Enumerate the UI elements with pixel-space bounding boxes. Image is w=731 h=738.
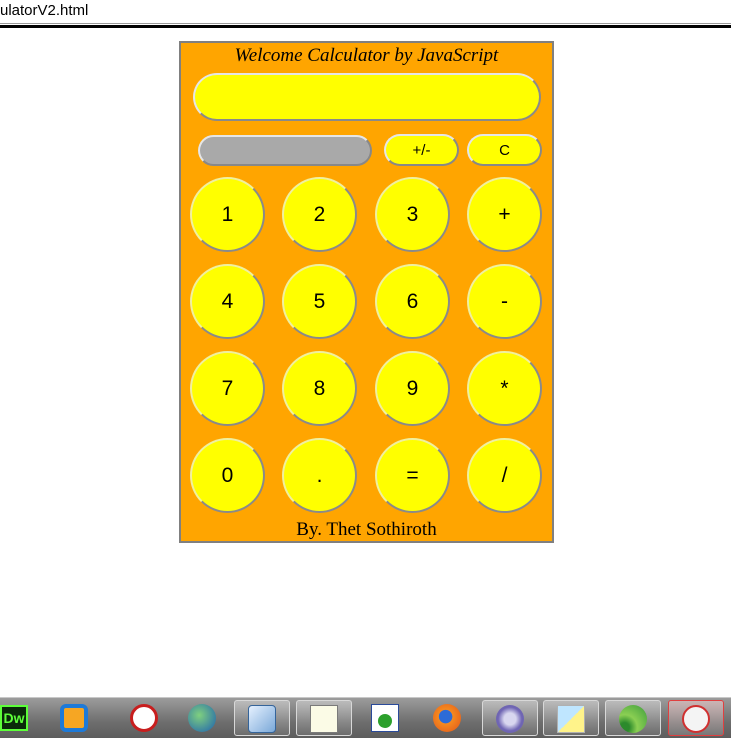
- decimal-point-button[interactable]: .: [282, 438, 357, 513]
- calculator-panel: Welcome Calculator by JavaScript +/- C 1…: [179, 41, 554, 543]
- taskbar: Dw: [0, 697, 731, 738]
- taskbar-item-bittorrent[interactable]: [482, 700, 538, 736]
- author-credit: By. Thet Sothiroth: [296, 519, 437, 540]
- globe-rocket-icon: [188, 704, 216, 732]
- calculator-display[interactable]: [193, 73, 541, 121]
- taskbar-item-virtualbox[interactable]: [234, 700, 290, 736]
- key-7-button[interactable]: 7: [190, 351, 265, 426]
- taskbar-item-notepad[interactable]: [296, 700, 352, 736]
- virtualbox-cube-icon: [248, 705, 276, 733]
- taskbar-item-alarm-clock[interactable]: [117, 700, 173, 736]
- key-9-button[interactable]: 9: [375, 351, 450, 426]
- clear-button[interactable]: C: [467, 134, 542, 166]
- key-1-button[interactable]: 1: [190, 177, 265, 252]
- divide-button[interactable]: /: [467, 438, 542, 513]
- browser-title-bar: ulatorV2.html: [0, 0, 731, 28]
- taskbar-item-sticky-notes[interactable]: [543, 700, 599, 736]
- notepad-plus-plus-icon: [310, 705, 338, 733]
- key-5-button[interactable]: 5: [282, 264, 357, 339]
- key-4-button[interactable]: 4: [190, 264, 265, 339]
- alarm-clock-icon: [130, 704, 158, 732]
- add-button[interactable]: +: [467, 177, 542, 252]
- memory-field[interactable]: [198, 135, 372, 166]
- title-divider-thick: [0, 25, 731, 28]
- equals-button[interactable]: =: [375, 438, 450, 513]
- taskbar-item-feed-reader[interactable]: [605, 700, 661, 736]
- subtract-button[interactable]: -: [467, 264, 542, 339]
- title-divider-thin: [0, 23, 731, 24]
- key-8-button[interactable]: 8: [282, 351, 357, 426]
- toggle-sign-button[interactable]: +/-: [384, 134, 459, 166]
- taskbar-item-vmware[interactable]: [47, 700, 103, 736]
- sticky-notes-icon: [557, 705, 585, 733]
- firefox-icon: [433, 704, 461, 732]
- feed-reader-icon: [619, 705, 647, 733]
- key-6-button[interactable]: 6: [375, 264, 450, 339]
- key-2-button[interactable]: 2: [282, 177, 357, 252]
- multiply-button[interactable]: *: [467, 351, 542, 426]
- dreamweaver-icon: Dw: [0, 705, 28, 731]
- key-0-button[interactable]: 0: [190, 438, 265, 513]
- taskbar-item-network[interactable]: [358, 700, 414, 736]
- snipping-tool-icon: [682, 705, 710, 733]
- key-3-button[interactable]: 3: [375, 177, 450, 252]
- taskbar-item-globe[interactable]: [175, 700, 231, 736]
- calculator-heading: Welcome Calculator by JavaScript: [234, 45, 499, 66]
- network-window-icon: [371, 704, 399, 732]
- window-title: ulatorV2.html: [0, 2, 89, 19]
- taskbar-item-firefox[interactable]: [420, 700, 476, 736]
- vmware-icon: [60, 704, 88, 732]
- taskbar-item-snipping-tool[interactable]: [668, 700, 724, 736]
- bittorrent-icon: [496, 705, 524, 733]
